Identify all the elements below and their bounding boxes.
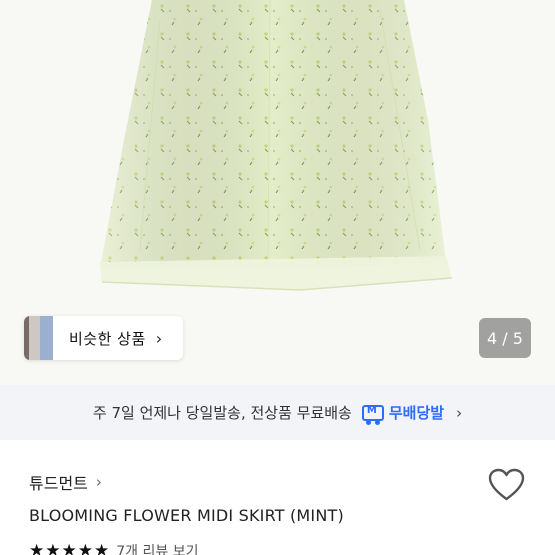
brand-name: 튜드먼트 bbox=[29, 474, 88, 493]
star-icon: ★ bbox=[29, 541, 45, 555]
star-icon: ★ bbox=[94, 541, 110, 555]
chevron-right-icon: › bbox=[456, 403, 463, 422]
similar-products-button[interactable]: 비슷한 상품 › bbox=[24, 316, 183, 360]
review-count-text: 7개 리뷰 보기 bbox=[116, 544, 199, 555]
shipping-banner[interactable]: 주 7일 언제나 당일발송, 전상품 무료배송 M 무배당발 › bbox=[0, 385, 555, 440]
similar-product-thumbnail bbox=[24, 316, 53, 360]
star-icon: ★ bbox=[45, 541, 61, 555]
similar-products-label: 비슷한 상품 bbox=[69, 329, 146, 348]
wishlist-button[interactable] bbox=[488, 468, 525, 502]
product-image[interactable]: 비슷한 상품 › 4 / 5 bbox=[0, 0, 555, 385]
star-icon: ★ bbox=[61, 541, 77, 555]
shipping-badge-label: 무배당발 bbox=[388, 404, 445, 422]
star-rating: ★★★★★ bbox=[29, 541, 110, 555]
delivery-truck-icon: M bbox=[361, 404, 384, 425]
image-page-counter: 4 / 5 bbox=[479, 318, 531, 358]
shipping-text: 주 7일 언제나 당일발송, 전상품 무료배송 bbox=[92, 404, 352, 422]
product-title: BLOOMING FLOWER MIDI SKIRT (MINT) bbox=[29, 506, 344, 525]
heart-outline-icon bbox=[488, 468, 525, 501]
chevron-right-icon: › bbox=[155, 328, 163, 348]
star-icon: ★ bbox=[77, 541, 93, 555]
chevron-right-icon: › bbox=[95, 473, 102, 491]
brand-link[interactable]: 튜드먼트 › bbox=[29, 470, 102, 494]
review-link[interactable]: ★★★★★ 7개 리뷰 보기 bbox=[29, 541, 198, 555]
